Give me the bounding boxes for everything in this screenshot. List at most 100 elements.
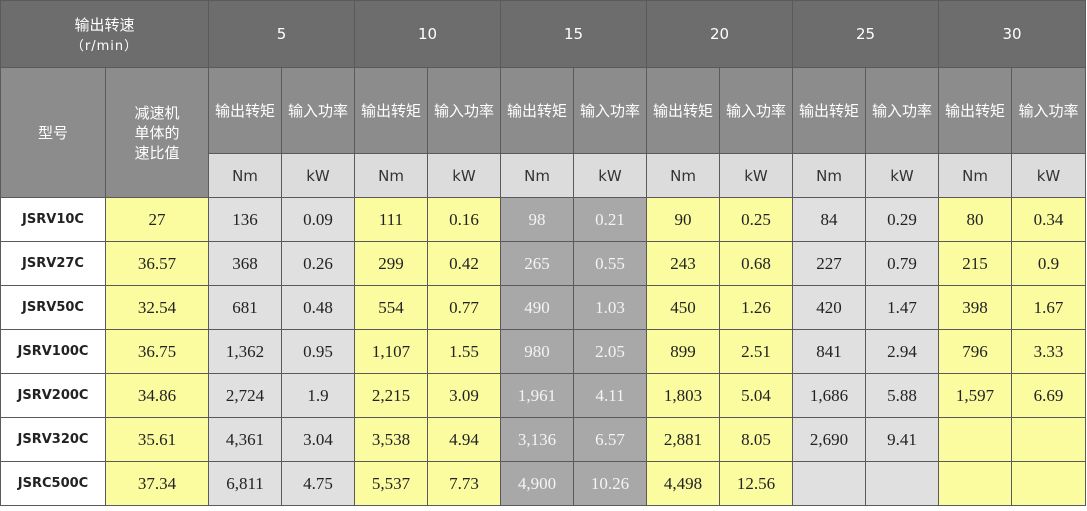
torque-cell: 490 [500, 285, 575, 330]
speed-header-15: 15 [500, 0, 648, 68]
torque-label-header: 输出转矩 [792, 67, 867, 154]
torque-unit-header: Nm [792, 153, 867, 198]
speed-header-20: 20 [646, 0, 794, 68]
torque-cell: 980 [500, 329, 575, 374]
power-cell: 4.94 [427, 417, 502, 462]
torque-unit-header: Nm [500, 153, 575, 198]
power-unit-header: kW [865, 153, 940, 198]
torque-cell: 265 [500, 241, 575, 286]
torque-cell: 84 [792, 197, 867, 242]
table-row: JSRV10C 27 136 0.09 111 0.16 98 0.21 90 0.25 84 0.2… [0, 197, 1087, 242]
power-unit-header: kW [719, 153, 794, 198]
power-cell: 0.09 [280, 197, 356, 242]
torque-cell: 299 [354, 241, 429, 286]
power-cell: 5.04 [719, 373, 794, 418]
power-cell: 0.16 [427, 197, 502, 242]
torque-cell: 136 [208, 197, 282, 242]
torque-cell [792, 461, 867, 506]
torque-unit-header: Nm [646, 153, 721, 198]
torque-cell: 1,107 [354, 329, 429, 374]
power-cell: 0.68 [719, 241, 794, 286]
power-cell: 0.48 [280, 285, 356, 330]
ratio-cell: 32.54 [105, 285, 209, 330]
power-cell: 12.56 [719, 461, 794, 506]
ratio-header-line: 减速机 [134, 103, 180, 122]
model-header: 型号 [0, 67, 106, 198]
power-label-header: 输入功率 [1011, 67, 1087, 154]
power-cell [1011, 461, 1087, 506]
power-cell: 3.33 [1011, 329, 1087, 374]
torque-unit-header: Nm [938, 153, 1013, 198]
model-cell: JSRV10C [0, 197, 106, 242]
speed-header-10: 10 [354, 0, 502, 68]
power-cell: 0.9 [1011, 241, 1087, 286]
torque-unit-header: Nm [208, 153, 282, 198]
torque-cell: 6,811 [208, 461, 282, 506]
torque-cell: 796 [938, 329, 1013, 374]
torque-cell: 4,900 [500, 461, 575, 506]
torque-cell: 1,362 [208, 329, 282, 374]
power-cell: 0.29 [865, 197, 940, 242]
torque-cell: 398 [938, 285, 1013, 330]
power-label-header: 输入功率 [427, 67, 502, 154]
torque-unit-header: Nm [354, 153, 429, 198]
power-cell: 0.42 [427, 241, 502, 286]
table-row: JSRV100C 36.75 1,362 0.95 1,107 1.55 980 2.05 89… [0, 329, 1087, 374]
torque-cell: 2,215 [354, 373, 429, 418]
torque-cell: 3,538 [354, 417, 429, 462]
model-cell: JSRV27C [0, 241, 106, 286]
model-cell: JSRV320C [0, 417, 106, 462]
power-cell: 1.55 [427, 329, 502, 374]
power-unit-header: kW [1011, 153, 1087, 198]
model-cell: JSRC500C [0, 461, 106, 506]
model-cell: JSRV200C [0, 373, 106, 418]
torque-cell: 420 [792, 285, 867, 330]
torque-cell: 227 [792, 241, 867, 286]
power-cell: 5.88 [865, 373, 940, 418]
table-row: JSRV200C 34.86 2,724 1.9 2,215 3.09 1,961 4.11 1… [0, 373, 1087, 418]
ratio-header-line: 单体的 [134, 123, 180, 142]
torque-cell: 90 [646, 197, 721, 242]
torque-cell [938, 417, 1013, 462]
ratio-cell: 34.86 [105, 373, 209, 418]
table-row: JSRV320C 35.61 4,361 3.04 3,538 4.94 3,136 6.57… [0, 417, 1087, 462]
table-row: JSRV50C 32.54 681 0.48 554 0.77 490 1.03 450 1.26… [0, 285, 1087, 330]
power-label-header: 输入功率 [865, 67, 940, 154]
power-cell: 6.57 [573, 417, 648, 462]
ratio-cell: 37.34 [105, 461, 209, 506]
torque-cell: 5,537 [354, 461, 429, 506]
speed-header-5: 5 [207, 0, 356, 68]
power-cell [1011, 417, 1087, 462]
power-unit-header: kW [427, 153, 502, 198]
power-cell: 9.41 [865, 417, 940, 462]
table-row: JSRC500C 37.34 6,811 4.75 5,537 7.73 4,900 10.2… [0, 461, 1087, 506]
power-cell: 0.55 [573, 241, 648, 286]
torque-cell: 681 [208, 285, 282, 330]
output-speed-title: 输出转速 [74, 16, 135, 34]
power-cell: 1.03 [573, 285, 648, 330]
power-cell: 2.51 [719, 329, 794, 374]
power-cell: 0.25 [719, 197, 794, 242]
torque-cell: 2,881 [646, 417, 721, 462]
torque-label-header: 输出转矩 [646, 67, 721, 154]
torque-cell: 368 [208, 241, 282, 286]
power-cell: 3.09 [427, 373, 502, 418]
power-cell: 8.05 [719, 417, 794, 462]
torque-cell: 450 [646, 285, 721, 330]
torque-cell: 899 [646, 329, 721, 374]
power-label-header: 输入功率 [573, 67, 648, 154]
output-speed-unit: （r/min） [70, 39, 139, 54]
power-label-header: 输入功率 [280, 67, 356, 154]
torque-cell [938, 461, 1013, 506]
ratio-cell: 35.61 [105, 417, 209, 462]
power-cell [865, 461, 940, 506]
torque-cell: 215 [938, 241, 1013, 286]
torque-cell: 1,686 [792, 373, 867, 418]
torque-label-header: 输出转矩 [354, 67, 429, 154]
label-header-row: 型号 减速机 单体的 速比值 输出转矩 输入功率 输出转矩 输入功率 输出转矩 输入功率输… [0, 67, 1087, 198]
power-cell: 1.67 [1011, 285, 1087, 330]
torque-cell: 80 [938, 197, 1013, 242]
ratio-cell: 27 [105, 197, 209, 242]
torque-cell: 841 [792, 329, 867, 374]
power-cell: 0.34 [1011, 197, 1087, 242]
